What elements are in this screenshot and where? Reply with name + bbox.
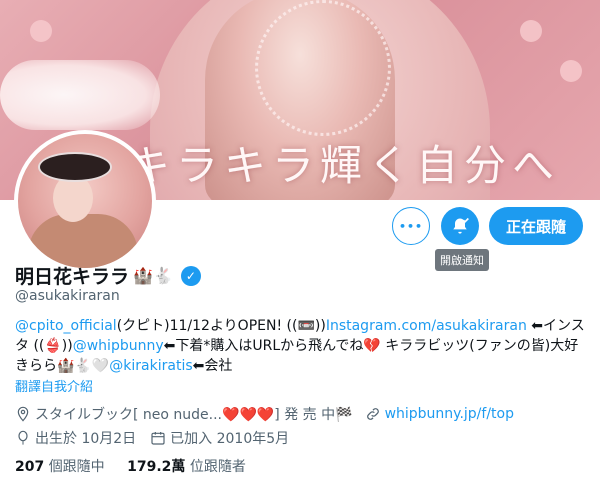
banner-cloud-decoration bbox=[0, 60, 160, 130]
user-handle: @asukakiraran bbox=[15, 288, 120, 304]
followers-label: 位跟隨者 bbox=[189, 459, 246, 475]
bio-text-1: (クピト)11/12よりOPEN! ((📼)) bbox=[116, 318, 326, 334]
display-name: 明日花キララ 🏰🐇 ✓ bbox=[15, 262, 201, 289]
display-name-emojis: 🏰🐇 bbox=[133, 266, 173, 285]
followers-count: 179.2萬 bbox=[127, 459, 186, 475]
following-label: 個跟隨中 bbox=[48, 459, 105, 475]
location-text: スタイルブック[ neo nude...❤️❤️❤️] 発 売 中🏁 bbox=[35, 407, 353, 423]
bell-check-icon bbox=[453, 217, 469, 234]
following-button[interactable]: 正在跟隨 bbox=[489, 207, 583, 245]
website-link[interactable]: whipbunny.jp/f/top bbox=[385, 406, 514, 422]
following-stat[interactable]: 207 個跟隨中 bbox=[15, 459, 105, 475]
more-icon: ••• bbox=[398, 219, 424, 233]
joined-text: 已加入 2010年5月 bbox=[170, 431, 290, 447]
balloon-icon bbox=[18, 430, 28, 445]
banner-overlay-text: キラキラ輝く自分へ bbox=[128, 141, 561, 190]
instagram-link[interactable]: Instagram.com/asukakiraran bbox=[326, 318, 527, 334]
display-name-text: 明日花キララ bbox=[15, 266, 130, 288]
link-icon bbox=[366, 408, 379, 420]
more-button[interactable]: ••• bbox=[392, 207, 430, 245]
flower-decoration bbox=[30, 20, 52, 42]
calendar-icon bbox=[151, 432, 165, 445]
flower-decoration bbox=[560, 60, 582, 82]
mention-kirakiratis-link[interactable]: @kirakiratis bbox=[109, 358, 192, 374]
location-row: スタイルブック[ neo nude...❤️❤️❤️] 発 売 中🏁 whipb… bbox=[15, 404, 514, 424]
dates-row: 出生於 10月2日 已加入 2010年5月 bbox=[15, 428, 289, 448]
notify-tooltip: 開啟通知 bbox=[435, 249, 489, 271]
mention-cpito-link[interactable]: @cpito_official bbox=[15, 318, 117, 334]
bio-text-4: ⬅会社 bbox=[192, 358, 233, 374]
location-pin-icon bbox=[17, 406, 29, 422]
avatar-hat bbox=[38, 152, 112, 182]
follow-stats: 207 個跟隨中 179.2萬 位跟隨者 bbox=[15, 456, 246, 476]
bio: @cpito_official(クピト)11/12よりOPEN! ((📼))In… bbox=[15, 316, 590, 376]
following-count: 207 bbox=[15, 459, 45, 475]
flower-decoration bbox=[520, 20, 542, 42]
mention-whipbunny-link[interactable]: @whipbunny bbox=[73, 338, 164, 354]
avatar[interactable] bbox=[14, 130, 156, 272]
notify-button[interactable] bbox=[441, 207, 479, 245]
birthday-text: 出生於 10月2日 bbox=[35, 431, 137, 447]
followers-stat[interactable]: 179.2萬 位跟隨者 bbox=[127, 459, 246, 475]
translate-bio-link[interactable]: 翻譯自我介紹 bbox=[15, 376, 93, 395]
verified-badge-icon: ✓ bbox=[180, 265, 201, 286]
banner-veil-decoration bbox=[255, 0, 391, 136]
